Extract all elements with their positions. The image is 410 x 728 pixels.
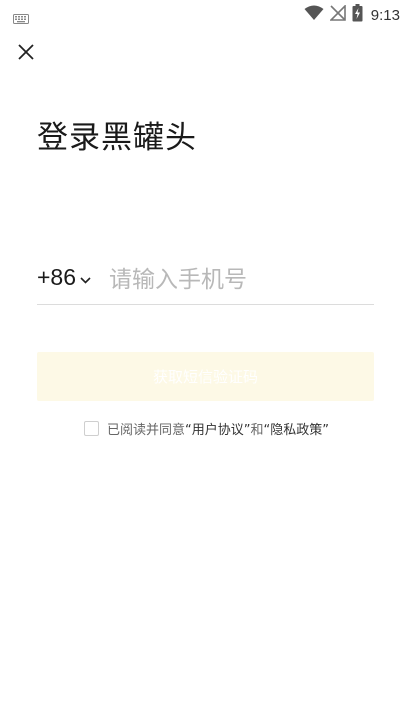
battery-charging-icon [352,4,363,26]
keyboard-icon [13,9,29,28]
agreement-checkbox[interactable] [84,421,99,436]
agreement-row: 已阅读并同意 “用户协议” 和 “隐私政策” [84,419,329,438]
phone-number-input[interactable] [109,262,371,298]
chevron-down-icon [80,269,91,288]
get-verification-code-button[interactable]: 获取短信验证码 [37,352,374,401]
country-code-label: +86 [37,264,77,290]
agreement-conjunction: 和 [250,423,264,438]
close-button[interactable] [14,40,38,64]
status-icons: 9:13 [304,4,400,26]
close-icon [14,44,38,68]
status-time: 9:13 [370,6,400,24]
country-code-selector[interactable]: +86 [37,264,91,291]
page-title: 登录黑罐头 [37,120,197,156]
status-bar: 9:13 [0,0,410,30]
wifi-icon [304,5,324,25]
privacy-policy-link[interactable]: “隐私政策” [264,419,329,438]
no-signal-icon [328,4,346,25]
agreement-prefix: 已阅读并同意 [107,423,186,438]
user-agreement-link[interactable]: “用户协议” [185,419,250,438]
phone-input-row: +86 [37,258,374,305]
